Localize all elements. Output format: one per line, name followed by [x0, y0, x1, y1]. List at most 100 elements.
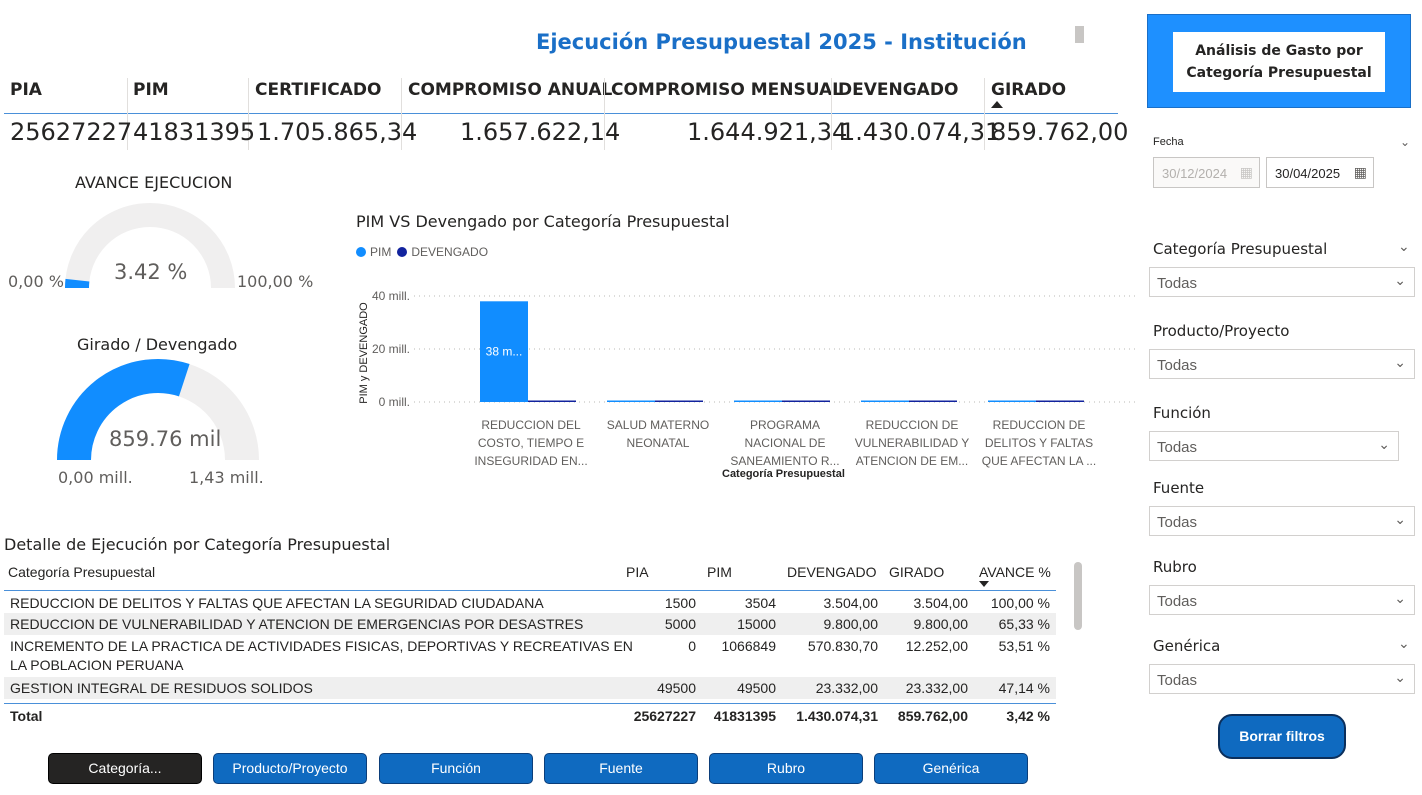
category-label: PROGRAMA NACIONAL DE SANEAMIENTO R... [730, 418, 840, 468]
cell-categoria: REDUCCION DE VULNERABILIDAD Y ATENCION D… [10, 616, 584, 632]
cell-avance: 100,00 % [990, 595, 1050, 611]
kpi-value-pia: 25627227 [10, 118, 133, 146]
bar-devengado[interactable] [782, 400, 830, 403]
fecha-label: Fecha [1153, 136, 1184, 148]
cell-pim: 49500 [737, 680, 776, 696]
legend-label-pim: PIM [370, 245, 392, 259]
total-pim: 41831395 [713, 708, 776, 724]
y-tick-label: 40 mill. [372, 289, 410, 303]
chart-legend[interactable]: PIM DEVENGADO [356, 245, 488, 259]
chevron-down-icon[interactable]: ⌄ [1400, 135, 1410, 149]
chevron-down-icon[interactable]: ⌄ [1398, 238, 1410, 255]
kpi-label-girado[interactable]: GIRADO [991, 80, 1066, 102]
gauge-title: AVANCE EJECUCION [75, 173, 233, 192]
panel-title-line: Análisis de Gasto por [1195, 43, 1363, 59]
calendar-icon[interactable]: ▦ [1240, 164, 1253, 181]
bar-pim[interactable] [988, 400, 1036, 403]
chevron-down-icon[interactable]: ⌄ [1398, 635, 1410, 652]
cell-devengado: 9.800,00 [823, 616, 879, 632]
chevron-down-icon: ⌄ [1394, 354, 1406, 370]
slicer-value: Todas [1157, 357, 1198, 374]
cell-categoria-cont: LA POBLACION PERUANA [10, 657, 184, 673]
bar-devengado[interactable] [1036, 400, 1084, 403]
total-avance: 3,42 % [1006, 708, 1050, 724]
date-from-input[interactable]: 30/12/2024 ▦ [1153, 157, 1260, 188]
nav-button-rubro[interactable]: Rubro [709, 753, 863, 784]
slicer-dropdown-categoria[interactable]: Todas ⌄ [1149, 267, 1415, 297]
chart-plot[interactable]: 0 mill. 20 mill. 40 mill.PIM y DEVENGADO 38… [350, 280, 1140, 415]
nav-button-producto-proyecto[interactable]: Producto/Proyecto [213, 753, 367, 784]
slicer-value: Todas [1157, 439, 1198, 456]
kpi-value-certificado: 1.705.865,34 [257, 118, 418, 146]
column-header-devengado[interactable]: DEVENGADO [787, 564, 876, 580]
y-tick-label: 20 mill. [372, 342, 410, 356]
kpi-value-compromiso-anual: 1.657.622,14 [460, 118, 621, 146]
bar-pim[interactable] [734, 400, 782, 403]
chevron-down-icon: ⌄ [1394, 669, 1406, 685]
gauge-min-label: 0,00 % [8, 272, 64, 291]
table-row[interactable]: INCREMENTO DE LA PRACTICA DE ACTIVIDADES… [4, 635, 1056, 677]
cell-devengado: 570.830,70 [807, 638, 878, 654]
kpi-label-compromiso-anual: COMPROMISO ANUAL [408, 80, 613, 100]
date-to-input[interactable]: 30/04/2025 ▦ [1266, 157, 1374, 188]
category-label: REDUCCION DE DELITOS Y FALTAS QUE AFECTA… [981, 418, 1097, 468]
column-header-categoria[interactable]: Categoría Presupuestal [8, 564, 155, 580]
cell-pia: 1500 [664, 595, 696, 611]
total-label: Total [10, 708, 43, 724]
cell-avance: 65,33 % [998, 616, 1050, 632]
category-label: SALUD MATERNO NEONATAL [606, 418, 710, 450]
nav-button-fuente[interactable]: Fuente [544, 753, 698, 784]
category-label: REDUCCION DE VULNERABILIDAD Y ATENCION D… [854, 418, 970, 468]
scrollbar[interactable] [1075, 26, 1084, 43]
sort-ascending-icon[interactable] [991, 101, 1003, 108]
cell-avance: 53,51 % [998, 638, 1050, 654]
cell-pim: 3504 [744, 595, 776, 611]
nav-button-funcion[interactable]: Función [379, 753, 533, 784]
bar-devengado[interactable] [655, 400, 703, 403]
nav-button-generica[interactable]: Genérica [874, 753, 1028, 784]
column-header-girado[interactable]: GIRADO [889, 564, 944, 580]
cell-girado: 9.800,00 [913, 616, 969, 632]
slicer-dropdown-generica[interactable]: Todas ⌄ [1149, 664, 1415, 694]
bar-pim[interactable] [861, 400, 909, 403]
table-row[interactable]: GESTION INTEGRAL DE RESIDUOS SOLIDOS 495… [4, 677, 1056, 699]
slicer-dropdown-rubro[interactable]: Todas ⌄ [1149, 585, 1415, 615]
sort-descending-icon[interactable] [979, 581, 989, 587]
table-row[interactable]: REDUCCION DE DELITOS Y FALTAS QUE AFECTA… [4, 592, 1056, 613]
column-header-pim[interactable]: PIM [707, 564, 732, 580]
kpi-value-girado: 859.762,00 [991, 118, 1129, 146]
kpi-label-certificado: CERTIFICADO [255, 80, 382, 100]
slicer-label-generica: Genérica [1153, 637, 1221, 655]
bar-pim[interactable] [607, 400, 655, 403]
gauge-value: 859.76 mil [109, 427, 222, 451]
data-label: 38 m... [486, 344, 523, 358]
gauge-max-label: 1,43 mill. [189, 468, 264, 487]
column-header-pia[interactable]: PIA [626, 564, 649, 580]
slicer-value: Todas [1157, 593, 1198, 610]
cell-girado: 3.504,00 [913, 595, 969, 611]
slicer-dropdown-producto[interactable]: Todas ⌄ [1149, 349, 1415, 379]
nav-button-categoria[interactable]: Categoría... [48, 753, 202, 784]
bar-devengado[interactable] [909, 400, 957, 403]
slicer-value: Todas [1157, 672, 1198, 689]
cell-pia: 49500 [657, 680, 696, 696]
kpi-label-compromiso-mensual: COMPROMISO MENSUAL [611, 80, 843, 100]
bar-devengado[interactable] [528, 400, 576, 403]
legend-dot-devengado [397, 247, 408, 257]
page-title: Ejecución Presupuestal 2025 - Institució… [536, 30, 1027, 54]
divider [4, 703, 1056, 704]
calendar-icon[interactable]: ▦ [1354, 164, 1367, 181]
date-from-value: 30/12/2024 [1162, 166, 1228, 181]
slicer-value: Todas [1157, 514, 1198, 531]
panel-title: Análisis de Gasto por Categoría Presupue… [1173, 32, 1385, 92]
slicer-dropdown-fuente[interactable]: Todas ⌄ [1149, 506, 1415, 536]
clear-filters-button[interactable]: Borrar filtros [1218, 714, 1346, 759]
slicer-label-fuente: Fuente [1153, 479, 1205, 497]
column-header-avance[interactable]: AVANCE % [979, 564, 1051, 580]
cell-categoria: REDUCCION DE DELITOS Y FALTAS QUE AFECTA… [10, 595, 544, 611]
date-to-value: 30/04/2025 [1275, 166, 1341, 181]
slicer-dropdown-funcion[interactable]: Todas ⌄ [1149, 431, 1399, 461]
table-scrollbar[interactable] [1074, 562, 1082, 630]
table-row[interactable]: REDUCCION DE VULNERABILIDAD Y ATENCION D… [4, 613, 1056, 635]
panel-title-line: Categoría Presupuestal [1186, 65, 1372, 81]
